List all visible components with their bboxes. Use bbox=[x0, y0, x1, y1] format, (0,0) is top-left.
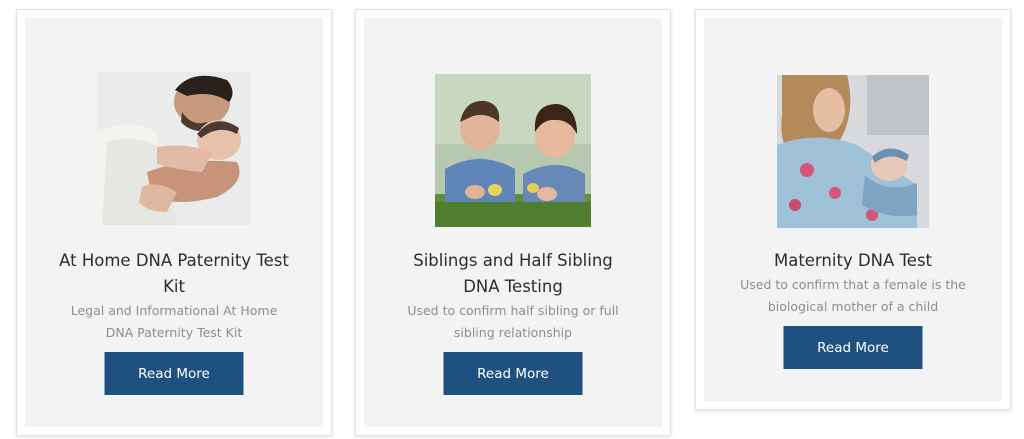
product-card-siblings: Siblings and Half Sibling DNA Testing Us… bbox=[355, 9, 671, 436]
card-body: Siblings and Half Sibling DNA Testing Us… bbox=[364, 18, 662, 427]
product-card-paternity: At Home DNA Paternity Test Kit Legal and… bbox=[16, 9, 332, 436]
two-children-with-ducklings-photo bbox=[435, 74, 591, 227]
card-description-line: Used to confirm half sibling or full bbox=[407, 303, 619, 318]
card-body: Maternity DNA Test Used to confirm that … bbox=[704, 18, 1002, 401]
card-title-line: Kit bbox=[163, 277, 185, 296]
card-title: At Home DNA Paternity Test Kit bbox=[25, 248, 323, 300]
card-title: Maternity DNA Test bbox=[704, 248, 1002, 274]
mother-holding-newborn-photo bbox=[777, 75, 929, 228]
card-body: At Home DNA Paternity Test Kit Legal and… bbox=[25, 18, 323, 427]
card-description: Used to confirm half sibling or full sib… bbox=[364, 300, 662, 344]
card-description-line: Legal and Informational At Home bbox=[70, 303, 278, 318]
father-holding-baby-photo bbox=[97, 72, 251, 225]
card-title-line: Maternity DNA Test bbox=[773, 251, 933, 270]
product-card-maternity: Maternity DNA Test Used to confirm that … bbox=[695, 9, 1011, 410]
card-description-line: DNA Paternity Test Kit bbox=[105, 325, 243, 340]
card-description: Legal and Informational At Home DNA Pate… bbox=[25, 300, 323, 344]
read-more-button[interactable]: Read More bbox=[104, 352, 244, 395]
card-description-line: sibling relationship bbox=[453, 325, 573, 340]
card-title-line: At Home DNA Paternity Test bbox=[59, 251, 289, 270]
card-description-line: biological mother of a child bbox=[767, 299, 939, 314]
read-more-button[interactable]: Read More bbox=[783, 326, 923, 369]
card-title-line: Siblings and Half Sibling bbox=[413, 251, 613, 270]
card-title: Siblings and Half Sibling DNA Testing bbox=[364, 248, 662, 300]
card-description: Used to confirm that a female is the bio… bbox=[704, 274, 1002, 318]
card-title-line: DNA Testing bbox=[463, 277, 563, 296]
card-description-line: Used to confirm that a female is the bbox=[740, 277, 966, 292]
read-more-button[interactable]: Read More bbox=[443, 352, 583, 395]
